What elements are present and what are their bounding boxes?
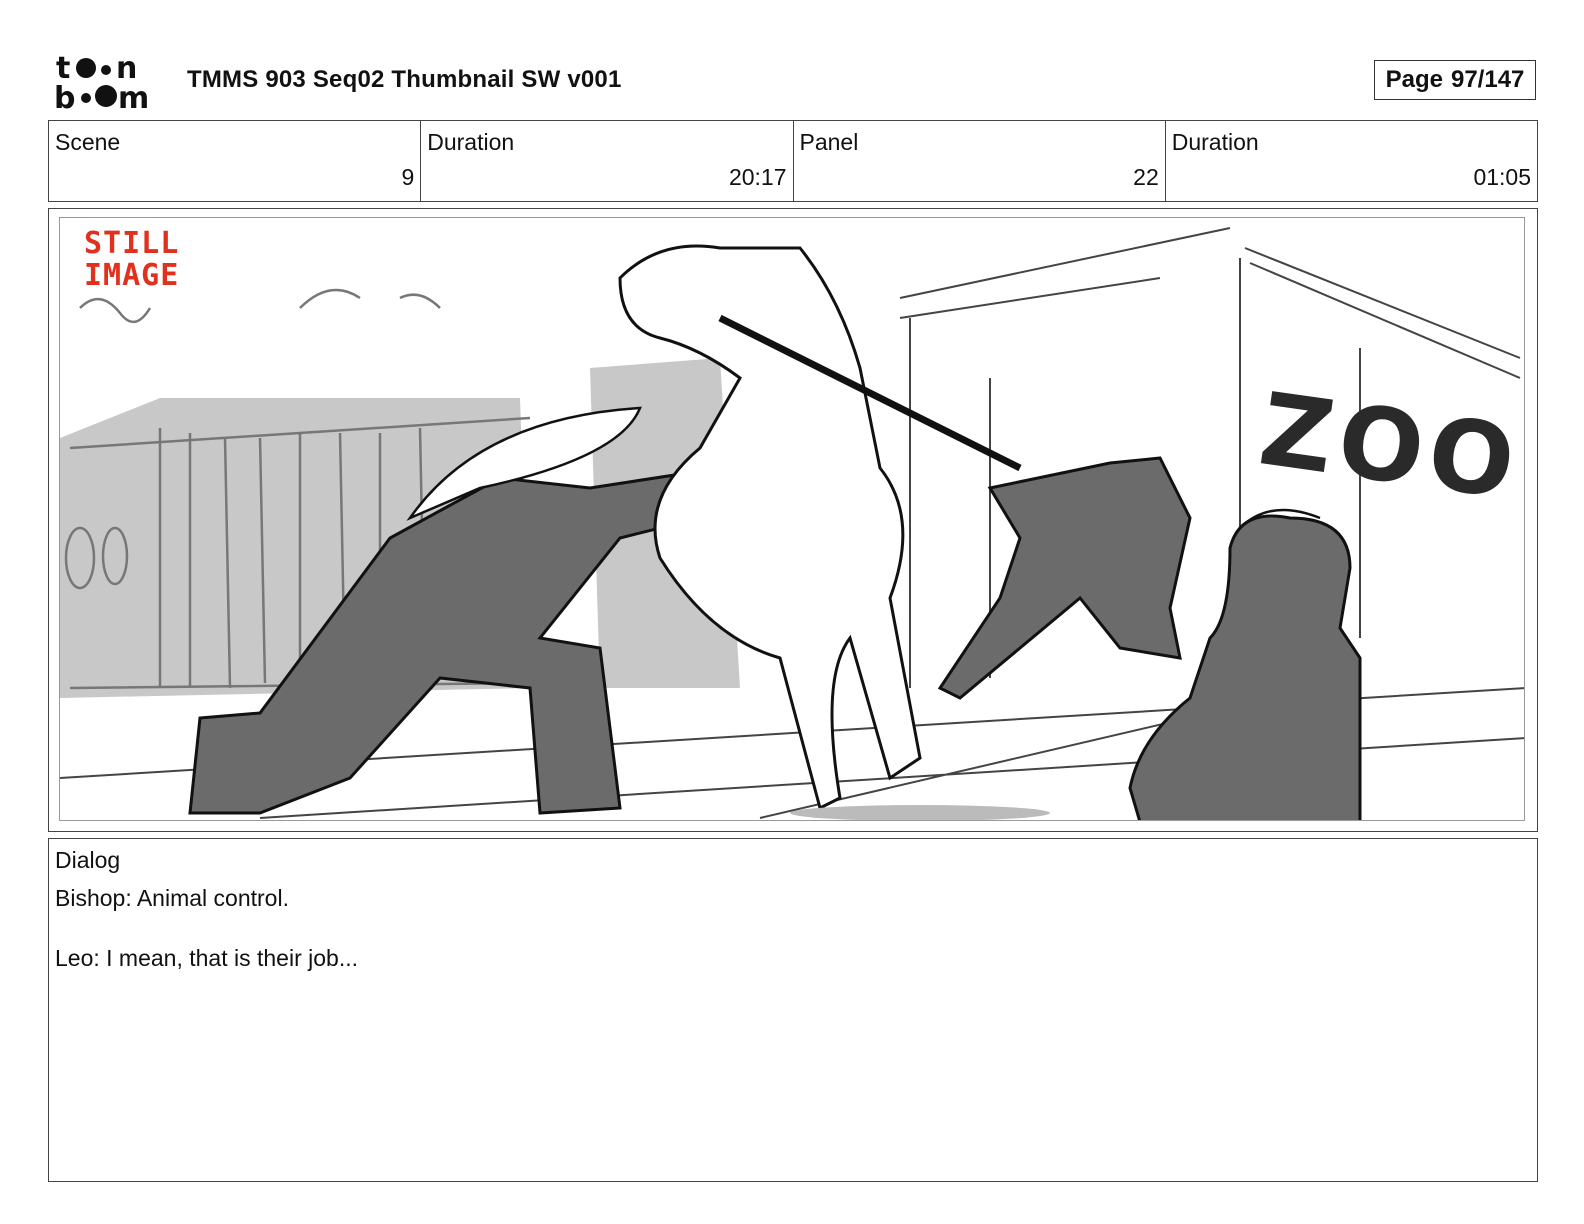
scene-value: 9: [401, 164, 415, 190]
panel-duration-label: Duration: [1171, 129, 1259, 155]
svg-text:b: b: [54, 81, 75, 112]
dialog-label: Dialog: [55, 847, 121, 873]
panel-cell: Panel 22: [794, 121, 1166, 201]
still-image-tag: STILL IMAGE: [84, 228, 179, 292]
scene-duration-cell: Duration 20:17: [421, 121, 794, 201]
scene-cell: Scene 9: [49, 121, 422, 201]
panel-value: 22: [1133, 164, 1159, 190]
panel-duration-cell: Duration 01:05: [1166, 121, 1537, 201]
scene-label: Scene: [55, 129, 121, 155]
scene-info-row: Scene 9 Duration 20:17 Panel 22 Duration…: [48, 120, 1538, 202]
toonboom-logo: t n b m: [52, 51, 164, 116]
dialog-box: Dialog Bishop: Animal control. Leo: I me…: [48, 838, 1538, 1182]
svg-text:m: m: [118, 81, 149, 112]
scene-duration-value: 20:17: [728, 164, 787, 190]
storyboard-panel: STILL IMAGE ZOO: [48, 208, 1538, 832]
document-title: TMMS 903 Seq02 Thumbnail SW v001: [187, 66, 622, 93]
still-label: STILL: [84, 226, 180, 261]
dialog-line: Leo: I mean, that is their job...: [55, 945, 358, 971]
dialog-line: Bishop: Animal control.: [55, 885, 289, 911]
page-indicator: Page 97/147: [1374, 60, 1536, 100]
scene-duration-label: Duration: [427, 129, 515, 155]
page-label: Page: [1385, 66, 1443, 93]
panel-duration-value: 01:05: [1473, 164, 1531, 190]
scene-sketch: [60, 227, 1524, 820]
image-label: IMAGE: [84, 258, 180, 293]
page-value: 97/147: [1450, 66, 1525, 93]
panel-drawing: STILL IMAGE ZOO: [59, 217, 1525, 821]
dialog-lines: Bishop: Animal control. Leo: I mean, tha…: [55, 883, 358, 1003]
panel-label: Panel: [799, 129, 859, 155]
